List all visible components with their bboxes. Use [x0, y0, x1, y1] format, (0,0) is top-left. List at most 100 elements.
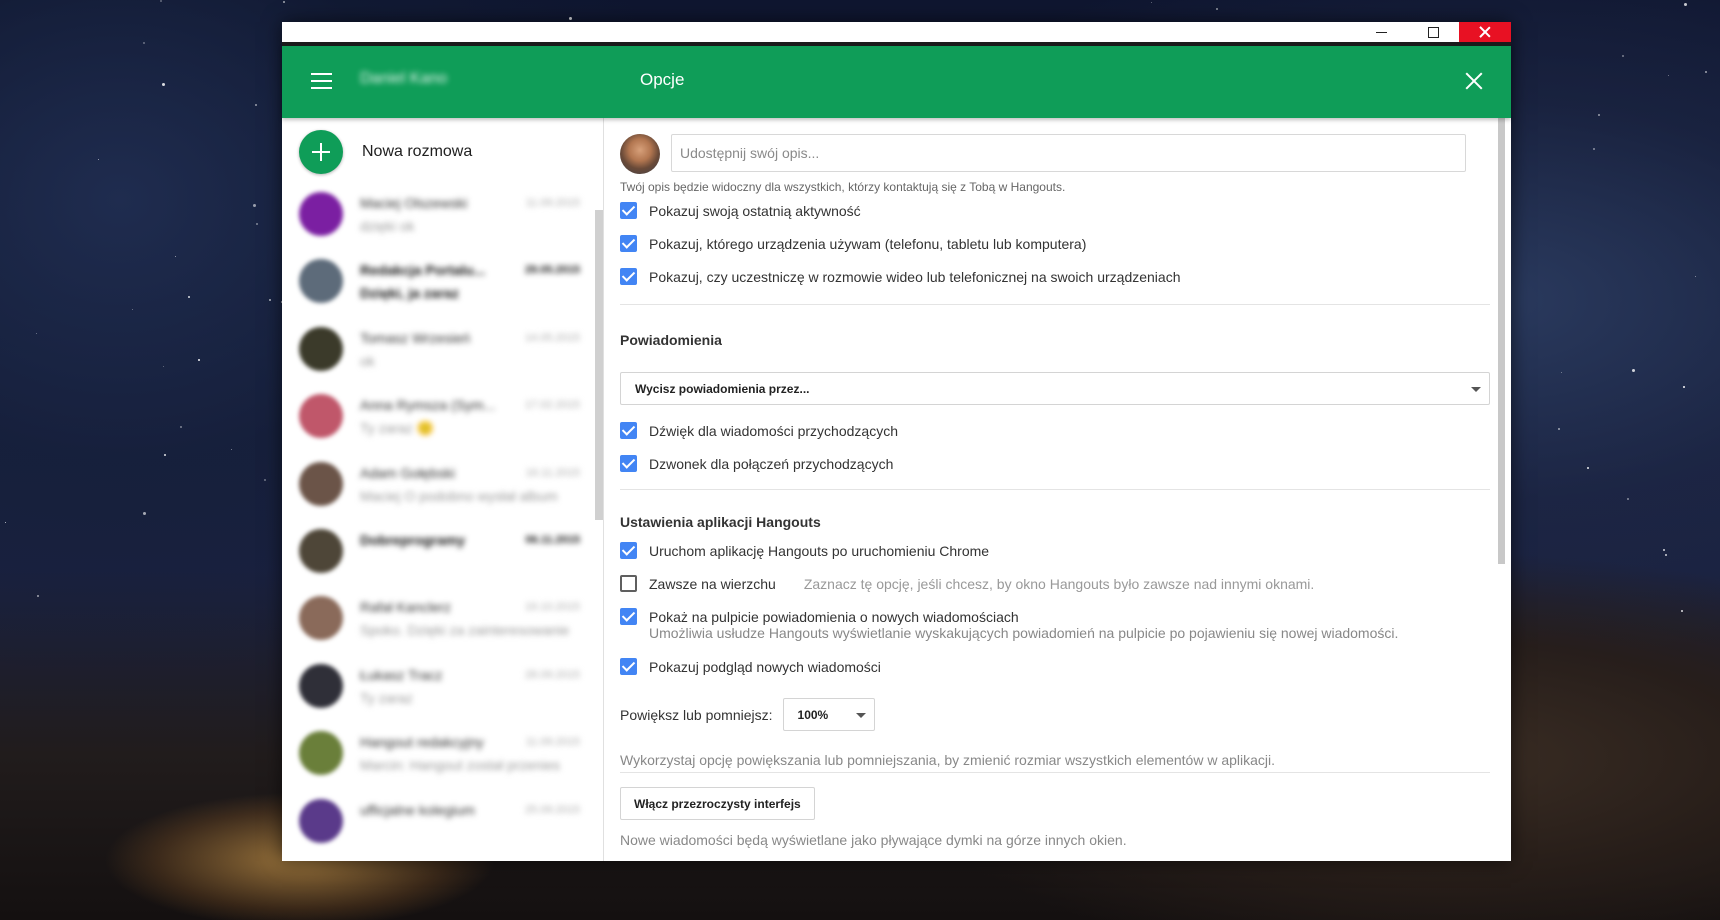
conversation-snippet: Dzięki, ja zaraz [360, 285, 459, 302]
checkbox-unchecked[interactable] [620, 575, 637, 592]
conversation-item[interactable]: Anna Rymsza (Sym... Ty zaraz 🙂 17.02.2015 [282, 382, 592, 449]
conversation-name: Tomasz Wrzesień [360, 329, 471, 346]
mute-notifications-select[interactable]: Wycisz powiadomienia przez... [620, 372, 1490, 405]
star [5, 521, 7, 523]
option-desktop-notifications[interactable]: Pokaż na pulpicie powiadomienia o nowych… [620, 608, 1019, 625]
sidebar-scrollbar[interactable] [595, 210, 603, 520]
avatar [299, 528, 343, 573]
conversation-time: 11.09.2015 [525, 197, 580, 209]
conversation-name: Dobreprogramy [360, 531, 466, 548]
conversation-item[interactable]: Rafał Kanclerz Spoko. Dzięki za zainteres… [282, 584, 592, 651]
checkbox-checked[interactable] [620, 608, 637, 625]
options-panel: Twój opis będzie widoczny dla wszystkich… [605, 118, 1511, 861]
checkbox-checked[interactable] [620, 235, 637, 252]
zoom-label: Powiększ lub pomniejsz: [620, 706, 773, 723]
maximize-button[interactable] [1407, 22, 1459, 42]
star [230, 448, 232, 450]
zoom-select[interactable]: 100% [782, 698, 875, 731]
plus-icon [299, 130, 343, 174]
option-label: Pokazuj swoją ostatnią aktywność [649, 202, 861, 219]
star [162, 365, 164, 367]
section-title-app-settings: Ustawienia aplikacji Hangouts [620, 514, 821, 530]
star [142, 42, 145, 45]
conversation-snippet: ok [360, 352, 375, 369]
conversation-item[interactable]: ufficjalne kolegium 25.09.2015 [282, 787, 592, 854]
conversation-snippet: Ty zaraz [360, 689, 413, 706]
conversation-item[interactable]: Redakcja Portalu... Dzięki, ja zaraz 29.05… [282, 247, 592, 314]
star [161, 82, 165, 86]
option-device[interactable]: Pokazuj, którego urządzenia używam (tele… [620, 235, 1086, 252]
new-conversation-label: Nowa rozmowa [362, 143, 473, 160]
star [1558, 428, 1561, 431]
avatar [299, 461, 343, 506]
window-titlebar [282, 22, 1511, 42]
zoom-row: Powiększ lub pomniejsz: 100% [620, 698, 875, 731]
avatar [299, 596, 343, 641]
options-close-icon[interactable] [1463, 70, 1485, 92]
new-conversation-button[interactable]: Nowa rozmowa [299, 130, 472, 174]
option-hint: Zaznacz tę opcję, jeśli chcesz, by okno … [803, 575, 1315, 592]
star [180, 426, 183, 429]
conversation-item[interactable]: Maciej Olszewski dzięki ok 11.09.2015 [282, 180, 592, 247]
checkbox-checked[interactable] [620, 268, 637, 285]
star [255, 103, 258, 106]
conversation-name: ufficjalne kolegium [360, 801, 475, 818]
chevron-down-icon [1471, 387, 1481, 392]
checkbox-checked[interactable] [620, 202, 637, 219]
option-in-call[interactable]: Pokazuj, czy uczestniczę w rozmowie wide… [620, 268, 1180, 285]
option-message-sound[interactable]: Dźwięk dla wiadomości przychodzących [620, 422, 898, 439]
conversation-name: Hangout redakcyjny [360, 734, 484, 751]
conversation-name: Redakcja Portalu... [360, 262, 486, 279]
minimize-button[interactable] [1355, 22, 1407, 42]
option-label: Dzwonek dla połączeń przychodzących [649, 455, 894, 472]
option-hint: Umożliwia usłudze Hangouts wyświetlanie … [649, 625, 1399, 641]
star [568, 17, 572, 21]
divider [620, 489, 1490, 490]
checkbox-checked[interactable] [620, 455, 637, 472]
conversation-item[interactable]: Dobreprogramy 06.11.2015 [282, 517, 592, 584]
mood-input[interactable] [671, 134, 1466, 172]
option-launch-with-chrome[interactable]: Uruchom aplikację Hangouts po uruchomien… [620, 542, 989, 559]
star [1668, 74, 1670, 76]
option-last-activity[interactable]: Pokazuj swoją ostatnią aktywność [620, 202, 861, 219]
avatar [620, 134, 660, 174]
checkbox-checked[interactable] [620, 422, 637, 439]
hangouts-window: Daniel Kano Opcje Nowa rozmowa Maciej Ol… [282, 22, 1511, 861]
close-icon [1479, 26, 1491, 38]
conversation-time: 06.11.2015 [525, 533, 580, 546]
option-call-ringtone[interactable]: Dzwonek dla połączeń przychodzących [620, 455, 893, 472]
conversation-item[interactable]: Hangout redakcyjny Marcin: Hangout został… [282, 719, 592, 786]
avatar [299, 663, 343, 708]
option-always-on-top[interactable]: Zawsze na wierzchu Zaznacz tę opcję, jeś… [620, 575, 1314, 592]
hamburger-menu-icon[interactable] [311, 73, 332, 89]
window-close-button[interactable] [1459, 22, 1511, 42]
conversation-item[interactable]: Tomasz Wrzesień ok 14.05.2015 [282, 315, 592, 382]
zoom-value: 100% [797, 707, 829, 722]
star [1680, 609, 1683, 612]
option-message-preview[interactable]: Pokazuj podgląd nowych wiadomości [620, 658, 881, 675]
conversation-time: 25.09.2015 [524, 803, 580, 816]
checkbox-checked[interactable] [620, 542, 637, 559]
zoom-hint: Wykorzystaj opcję powiększania lub pomni… [620, 752, 1276, 768]
conversation-snippet: Maciej O podobno wysłał album [360, 487, 558, 504]
conversation-item[interactable]: Łukasz Tracz Ty zaraz 28.09.2015 [282, 652, 592, 719]
star [142, 512, 146, 516]
mood-hint: Twój opis będzie widoczny dla wszystkich… [620, 180, 1066, 194]
star [97, 159, 99, 161]
transparent-hint: Nowe wiadomości będą wyświetlane jako pł… [620, 832, 1127, 848]
star [255, 223, 258, 226]
minimize-icon [1375, 31, 1387, 33]
star [1586, 467, 1589, 470]
conversation-name: Anna Rymsza (Sym... [360, 397, 496, 414]
star [163, 454, 166, 457]
conversation-snippet: Spoko. Dzięki za zainteresowanie [360, 622, 570, 639]
conversation-time: 28.09.2015 [524, 668, 580, 681]
chevron-down-icon [855, 713, 866, 718]
conversation-item[interactable]: Adam Gołębski Maciej O podobno wysłał alb… [282, 450, 592, 517]
options-scrollbar[interactable] [1498, 118, 1505, 564]
star [1705, 71, 1707, 74]
option-label: Pokaż na pulpicie powiadomienia o nowych… [649, 608, 1019, 625]
checkbox-checked[interactable] [620, 658, 637, 675]
transparent-ui-button[interactable]: Włącz przezroczysty interfejs [620, 787, 815, 820]
star [1593, 147, 1596, 150]
